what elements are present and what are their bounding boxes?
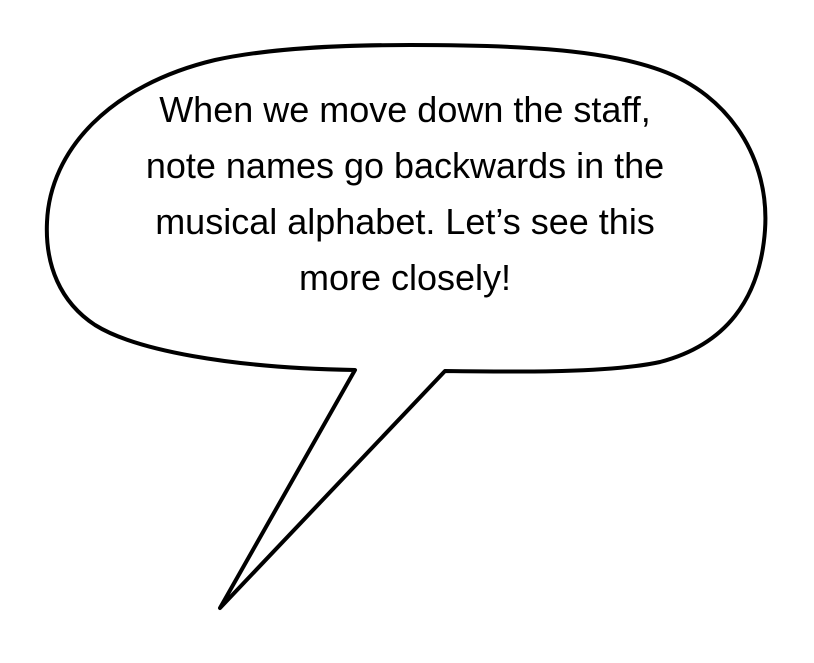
speech-bubble-text: When we move down the staff, note names … <box>95 82 715 306</box>
bubble-text-line-1: When we move down the staff, <box>159 89 651 130</box>
bubble-text-line-2: note names go backwards in the <box>145 145 665 186</box>
bubble-text-line-3: musical alphabet. Let’s see this <box>155 201 655 242</box>
bubble-text-line-4: more closely! <box>298 257 512 298</box>
speech-bubble: When we move down the staff, note names … <box>0 0 814 663</box>
